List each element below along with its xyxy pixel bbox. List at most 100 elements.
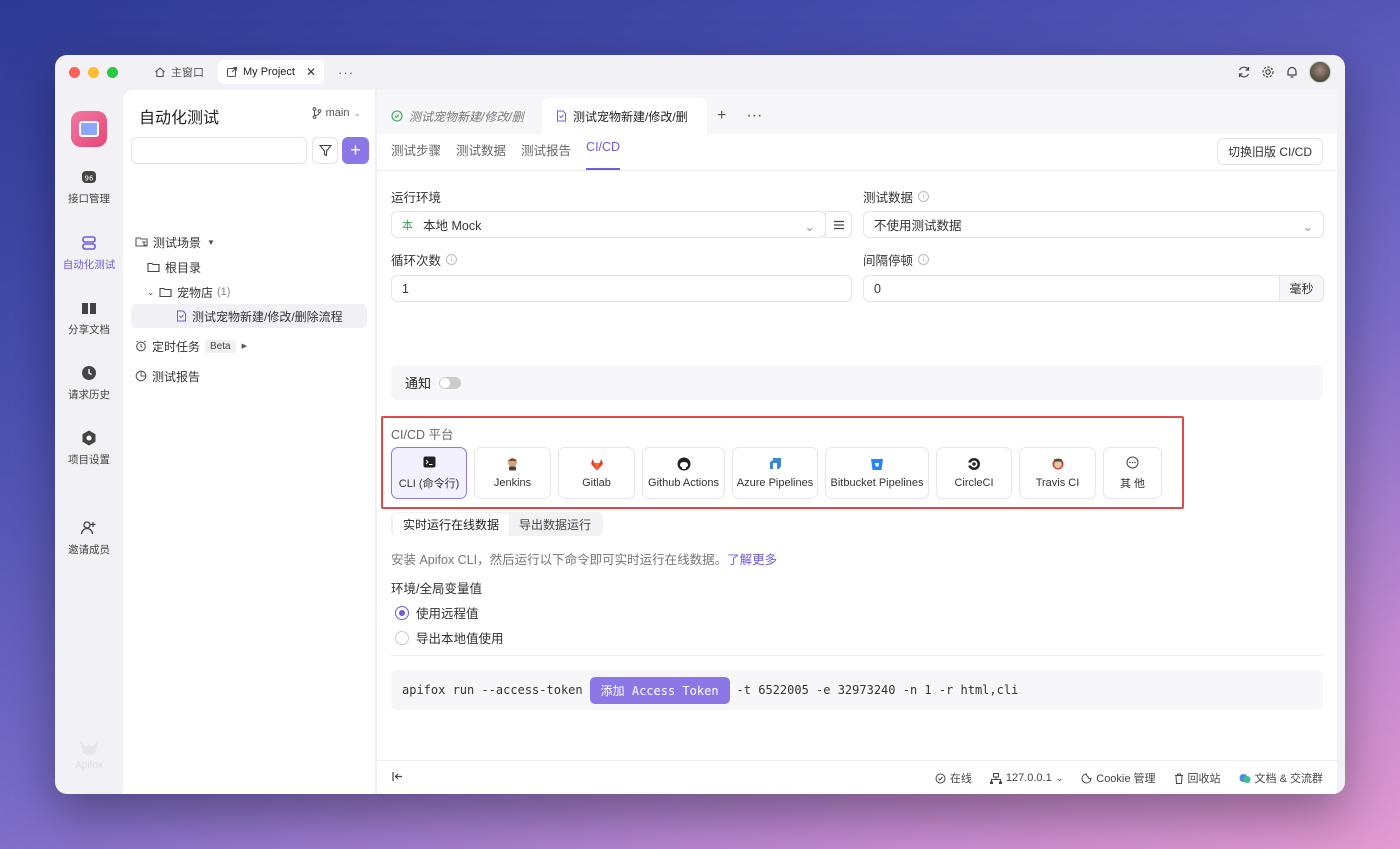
status-recycle-bin[interactable]: 回收站 (1174, 770, 1221, 786)
run-env-label: 运行环境 (391, 187, 441, 206)
window-tab-project[interactable]: My Project ✕ (218, 60, 325, 84)
platform-jenkins[interactable]: Jenkins (474, 447, 551, 499)
status-host[interactable]: 127.0.0.1 ⌄ (989, 772, 1063, 784)
close-tab-icon[interactable]: ✕ (306, 65, 316, 79)
tab-cicd[interactable]: CI/CD (586, 140, 621, 170)
platform-github-actions[interactable]: Github Actions (642, 447, 725, 499)
add-button[interactable]: + (342, 137, 369, 164)
folder-icon (159, 287, 172, 297)
radio-button[interactable] (395, 630, 409, 645)
cicd-platform-list: CLI (命令行) Jenkins Gitlab Github Actions … (391, 447, 1162, 499)
platform-gitlab[interactable]: Gitlab (558, 447, 635, 499)
platform-bitbucket-pipelines[interactable]: Bitbucket Pipelines (825, 447, 929, 499)
doc-tab-label: 测试宠物新建/修改/删 (409, 109, 524, 124)
tree-root[interactable]: 根目录 (131, 255, 367, 279)
tab-test-reports[interactable]: 测试报告 (521, 140, 571, 170)
info-icon: i (446, 254, 458, 265)
add-access-token-button[interactable]: 添加 Access Token (589, 676, 730, 704)
tree-folder-petstore[interactable]: ⌄ 宠物店 (1) (131, 280, 367, 304)
tree-label: 测试报告 (152, 369, 201, 384)
status-cookie[interactable]: Cookie 管理 (1081, 770, 1156, 786)
platform-label: CLI (命令行) (398, 478, 460, 490)
status-label: 在线 (949, 773, 972, 785)
bell-icon[interactable] (1285, 65, 1299, 79)
app-window: 主窗口 My Project ✕ ··· 96 接口管理 自动化测试 分享文档 … (55, 55, 1345, 794)
branch-selector[interactable]: main ⌄ (312, 107, 361, 119)
test-data-value: 不使用测试数据 (874, 219, 962, 233)
radio-remote-values[interactable]: 使用远程值 (395, 603, 479, 622)
learn-more-link[interactable]: 了解更多 (727, 553, 777, 567)
tree-scenes[interactable]: 测试场景 ▼ (131, 230, 367, 254)
cli-command: apifox run --access-token 添加 Access Toke… (391, 670, 1323, 710)
platform-cli[interactable]: CLI (命令行) (391, 447, 467, 499)
platform-azure-pipelines[interactable]: Azure Pipelines (732, 447, 818, 499)
env-manage-button[interactable] (825, 211, 852, 238)
folder-tree-icon (135, 237, 148, 247)
branch-label: main (325, 107, 350, 119)
run-mode-export[interactable]: 导出数据运行 (509, 513, 601, 536)
user-avatar[interactable] (1309, 61, 1331, 83)
window-tab-main[interactable]: 主窗口 (146, 60, 212, 84)
filter-button[interactable] (312, 137, 338, 164)
search-input[interactable] (131, 137, 307, 164)
status-online[interactable]: 在线 (935, 770, 972, 786)
run-env-select[interactable]: 本 本地 Mock ⌄ (391, 211, 826, 238)
platform-label: Jenkins (493, 477, 532, 489)
close-window-button[interactable] (69, 66, 80, 78)
plus-icon: + (350, 140, 361, 160)
status-label: 回收站 (1187, 773, 1221, 785)
check-circle-icon (935, 773, 946, 783)
zoom-window-button[interactable] (107, 66, 118, 78)
tree-label: 宠物店 (177, 285, 214, 300)
tab-test-data[interactable]: 测试数据 (456, 140, 506, 170)
nav-project-settings[interactable]: 项目设置 (55, 428, 123, 467)
nav-automation-test[interactable]: 自动化测试 (55, 233, 123, 272)
minimize-window-button[interactable] (88, 66, 99, 78)
tree-scheduled-tasks[interactable]: 定时任务 Beta ▶ (131, 334, 367, 358)
platform-travis-ci[interactable]: Travis CI (1019, 447, 1096, 499)
nav-api-management[interactable]: 96 接口管理 (55, 167, 123, 206)
scenario-icon (391, 110, 403, 122)
more-tabs-button[interactable]: ··· (338, 65, 354, 80)
chevron-down-icon: ⌄ (147, 286, 155, 297)
test-data-select[interactable]: 不使用测试数据 ⌄ (863, 211, 1324, 238)
bitbucket-icon (871, 458, 883, 470)
travis-icon (1052, 458, 1063, 470)
refresh-icon[interactable] (1237, 65, 1251, 79)
run-mode-online[interactable]: 实时运行在线数据 (393, 512, 510, 536)
status-docs-community[interactable]: 文档 & 交流群 (1239, 770, 1323, 786)
platform-label: Azure Pipelines (736, 477, 814, 489)
doc-tab-active[interactable]: 测试宠物新建/修改/删 (542, 98, 707, 134)
project-logo[interactable] (71, 111, 107, 147)
collapse-sidebar-icon[interactable] (391, 770, 404, 783)
install-hint: 安装 Apifox CLI，然后运行以下命令即可实时运行在线数据。了解更多 (391, 549, 777, 568)
tree-case[interactable]: 测试宠物新建/修改/删除流程 (131, 304, 367, 328)
trash-icon (1174, 773, 1183, 784)
doc-tab[interactable]: 测试宠物新建/修改/删 (377, 98, 542, 134)
interval-input[interactable]: 0 (863, 275, 1280, 302)
radio-button[interactable] (395, 605, 409, 620)
platform-circleci[interactable]: CircleCI (936, 447, 1012, 499)
apifox-logo-icon (80, 741, 98, 756)
label-text: 循环次数 (391, 254, 442, 268)
loop-count-input[interactable]: 1 (391, 275, 852, 302)
nav-shared-docs[interactable]: 分享文档 (55, 298, 123, 337)
notify-toggle[interactable] (439, 376, 462, 389)
nav-request-history[interactable]: 请求历史 (55, 363, 123, 402)
radio-local-values[interactable]: 导出本地值使用 (395, 628, 504, 647)
tree-label: 定时任务 (152, 339, 201, 354)
github-icon (677, 457, 690, 471)
gear-icon[interactable] (1261, 65, 1275, 79)
settings-hex-icon (82, 430, 96, 446)
nav-invite-members[interactable]: 邀请成员 (55, 518, 123, 557)
status-label: Cookie 管理 (1096, 773, 1156, 785)
status-bar: 在线 127.0.0.1 ⌄ Cookie 管理 回收站 文档 & 交流群 (377, 760, 1337, 794)
tab-test-steps[interactable]: 测试步骤 (391, 140, 441, 170)
window-tab-label: My Project (243, 66, 295, 78)
more-tabs-button[interactable]: ··· (736, 98, 772, 134)
menu-icon (833, 220, 844, 229)
add-tab-button[interactable]: + (707, 98, 736, 134)
tree-test-reports[interactable]: 测试报告 (131, 364, 367, 388)
platform-other[interactable]: 其 他 (1103, 447, 1162, 499)
switch-legacy-cicd-button[interactable]: 切换旧版 CI/CD (1216, 138, 1323, 165)
